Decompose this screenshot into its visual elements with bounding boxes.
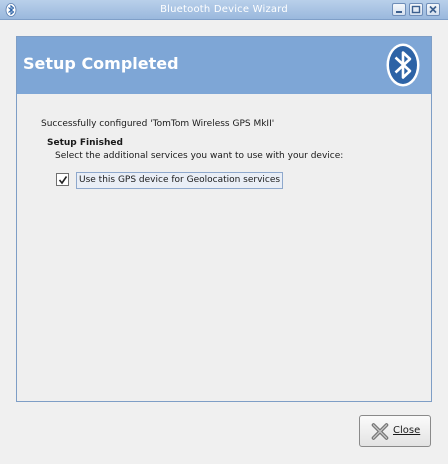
geolocation-option-label[interactable]: Use this GPS device for Geolocation serv…: [76, 172, 284, 189]
section-title: Setup Finished: [47, 138, 123, 148]
window-title: Bluetooth Device Wizard: [160, 4, 288, 15]
instruction-text: Select the additional services you want …: [55, 151, 344, 161]
title-bar: Bluetooth Device Wizard: [0, 0, 448, 20]
minimize-icon: [396, 11, 402, 13]
checkmark-icon: [58, 176, 68, 185]
wizard-panel: Setup Completed Successfully configured …: [16, 36, 432, 402]
minimize-button[interactable]: [392, 3, 406, 16]
close-button-label: Close: [393, 425, 421, 436]
page-header: Setup Completed: [17, 37, 431, 94]
close-x-icon: [371, 423, 389, 440]
bluetooth-logo-icon: [385, 42, 421, 91]
maximize-icon: [411, 5, 421, 14]
maximize-button[interactable]: [409, 3, 423, 16]
close-icon: [429, 5, 437, 14]
close-button[interactable]: Close: [359, 415, 431, 447]
geolocation-checkbox[interactable]: [56, 173, 69, 186]
page-title: Setup Completed: [23, 54, 179, 73]
success-message: Successfully configured 'TomTom Wireless…: [41, 119, 275, 129]
window-close-button[interactable]: [426, 3, 440, 16]
